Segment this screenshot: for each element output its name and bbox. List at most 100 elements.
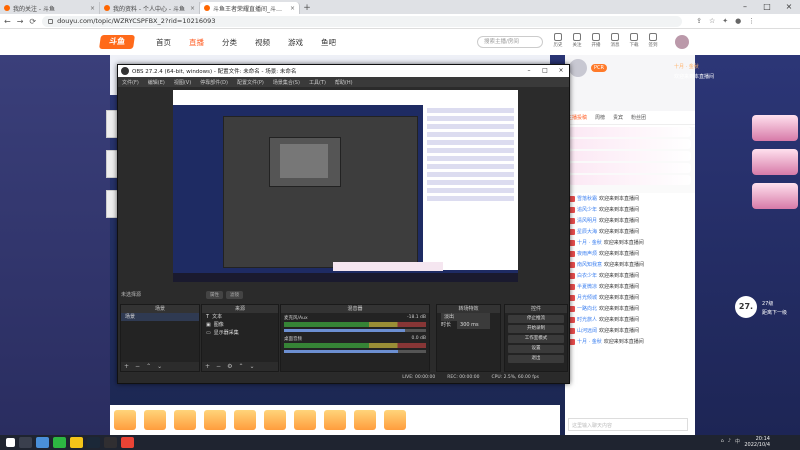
nav-game[interactable]: 游戏 <box>288 37 303 48</box>
close-icon[interactable]: × <box>290 5 295 12</box>
nav-live[interactable]: 直播 <box>189 37 204 48</box>
obs-preview[interactable] <box>173 90 518 282</box>
taskbar-clock[interactable]: 20:14 2022/10/4 <box>744 436 770 448</box>
obs-menu-file[interactable]: 文件(F) <box>122 79 139 86</box>
obs-menu-view[interactable]: 视图(V) <box>174 79 191 86</box>
back-icon[interactable]: ← <box>4 17 11 26</box>
gift-icon[interactable] <box>384 410 406 430</box>
reload-icon[interactable]: ⟳ <box>29 17 36 26</box>
gift-icon[interactable] <box>354 410 376 430</box>
download-icon[interactable]: 下载 <box>628 33 640 48</box>
ime-icon[interactable]: 中 <box>735 438 740 445</box>
chrome-icon[interactable] <box>121 437 134 448</box>
up-icon[interactable]: ⌃ <box>238 362 243 371</box>
filters-button[interactable]: 滤镜 <box>226 291 243 299</box>
edge-icon[interactable] <box>36 437 49 448</box>
minimize-button[interactable]: – <box>734 0 756 14</box>
gift-icon[interactable] <box>294 410 316 430</box>
source-item[interactable]: T 文本 <box>202 313 278 321</box>
character-card[interactable] <box>752 149 798 175</box>
user-avatar[interactable] <box>675 35 689 49</box>
nav-category[interactable]: 分类 <box>222 37 237 48</box>
gift-icon[interactable] <box>324 410 346 430</box>
add-icon[interactable]: + <box>124 362 129 371</box>
gift-icon[interactable] <box>204 410 226 430</box>
gift-icon[interactable] <box>264 410 286 430</box>
site-search-input[interactable]: 搜索主播/房间 <box>477 36 543 48</box>
menu-icon[interactable]: ⋮ <box>748 17 755 25</box>
transition-select[interactable]: 淡出 <box>441 313 490 321</box>
obs-close-button[interactable]: × <box>553 65 569 77</box>
pcr-badge[interactable]: PCR <box>591 64 607 72</box>
obs-icon[interactable] <box>104 437 117 448</box>
character-card[interactable] <box>752 115 798 141</box>
volume-slider[interactable] <box>284 350 426 353</box>
nav-home[interactable]: 首页 <box>156 37 171 48</box>
source-item[interactable]: ▣ 图像 <box>202 321 278 329</box>
chat-input[interactable]: 这里输入聊天内容 <box>568 418 688 431</box>
start-recording-button[interactable]: 开始录制 <box>508 325 564 333</box>
url-input[interactable]: douyu.com/topic/WZRYCSPFBX_2?rid=1021609… <box>42 15 683 27</box>
profile-icon[interactable]: ● <box>735 17 741 25</box>
explorer-icon[interactable] <box>70 437 83 448</box>
remove-icon[interactable]: − <box>216 362 221 371</box>
source-item[interactable]: ▭ 显示器采集 <box>202 329 278 337</box>
character-card[interactable] <box>752 183 798 209</box>
tab-weekly[interactable]: 周榜 <box>595 114 605 121</box>
checkin-icon[interactable]: 签到 <box>647 33 659 48</box>
star-icon[interactable]: ☆ <box>709 17 715 25</box>
steam-icon[interactable] <box>87 437 100 448</box>
remove-icon[interactable]: − <box>135 362 140 371</box>
start-icon[interactable] <box>6 438 15 447</box>
network-icon[interactable]: ⌂ <box>721 438 724 445</box>
douyu-logo[interactable]: 斗鱼 <box>99 35 135 49</box>
follow-icon[interactable]: 关注 <box>571 33 583 48</box>
close-icon[interactable]: × <box>190 5 195 12</box>
gear-icon[interactable]: ⚙ <box>227 362 232 371</box>
down-icon[interactable]: ⌄ <box>157 362 162 371</box>
extensions-icon[interactable]: ✦ <box>722 17 728 25</box>
obs-menu-edit[interactable]: 编辑(E) <box>148 79 165 86</box>
new-tab-button[interactable]: + <box>300 2 314 14</box>
volume-slider[interactable] <box>284 329 426 332</box>
tab-vip[interactable]: 贵宾 <box>613 114 623 121</box>
obs-menu-help[interactable]: 帮助(H) <box>335 79 353 86</box>
gift-icon[interactable] <box>234 410 256 430</box>
obs-menu-profile[interactable]: 配置文件(P) <box>237 79 264 86</box>
studio-mode-button[interactable]: 工作室模式 <box>508 335 564 343</box>
close-icon[interactable]: × <box>90 5 95 12</box>
add-icon[interactable]: + <box>205 362 210 371</box>
anchor-avatar[interactable] <box>569 59 587 77</box>
gift-icon[interactable] <box>174 410 196 430</box>
gift-icon[interactable] <box>144 410 166 430</box>
gift-icon[interactable] <box>114 410 136 430</box>
broadcast-icon[interactable]: 开播 <box>590 33 602 48</box>
down-icon[interactable]: ⌄ <box>249 362 254 371</box>
close-window-button[interactable]: × <box>778 0 800 14</box>
tab-fans[interactable]: 粉丝团 <box>631 114 646 121</box>
forward-icon[interactable]: → <box>17 17 24 26</box>
search-icon[interactable] <box>19 437 32 448</box>
obs-menu-scenes[interactable]: 场景集合(S) <box>273 79 300 86</box>
up-icon[interactable]: ⌃ <box>146 362 151 371</box>
obs-minimize-button[interactable]: – <box>521 65 537 77</box>
tab-contrib[interactable]: 主播投稿 <box>567 114 587 121</box>
nav-video[interactable]: 视频 <box>255 37 270 48</box>
volume-icon[interactable]: ♪ <box>728 438 731 445</box>
wechat-icon[interactable] <box>53 437 66 448</box>
history-icon[interactable]: 历史 <box>552 33 564 48</box>
browser-tab[interactable]: 我的资料 - 个人中心 - 斗鱼 × <box>100 2 200 14</box>
nav-yuba[interactable]: 鱼吧 <box>321 37 336 48</box>
stop-streaming-button[interactable]: 停止推流 <box>508 315 564 323</box>
obs-maximize-button[interactable]: □ <box>537 65 553 77</box>
browser-tab[interactable]: 我的关注 - 斗鱼 × <box>0 2 100 14</box>
maximize-button[interactable]: □ <box>756 0 778 14</box>
settings-button[interactable]: 设置 <box>508 345 564 353</box>
obs-menu-docks[interactable]: 停靠部件(D) <box>200 79 228 86</box>
browser-tab-active[interactable]: 斗鱼王者荣耀直播间_斗鱼直播 × <box>200 2 300 14</box>
scene-item[interactable]: 场景 <box>121 313 199 321</box>
share-icon[interactable]: ⇪ <box>696 17 702 25</box>
message-icon[interactable]: 消息 <box>609 33 621 48</box>
duration-input[interactable]: 300 ms <box>457 321 490 329</box>
obs-menu-tools[interactable]: 工具(T) <box>309 79 326 86</box>
